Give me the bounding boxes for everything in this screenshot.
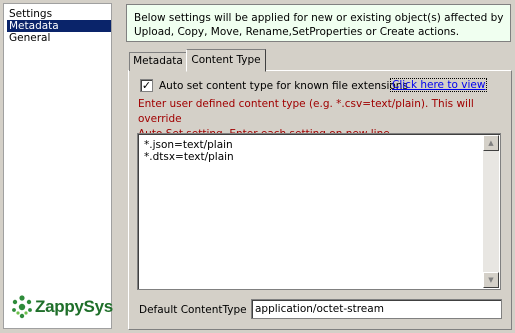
mapping-line: *.json=text/plain [144, 139, 233, 151]
zappysys-logo: ZappySys [10, 294, 113, 324]
scroll-up-arrow-icon[interactable]: ▲ [483, 135, 499, 151]
scroll-down-arrow-icon[interactable]: ▼ [483, 272, 499, 288]
zappysys-logo-icon [12, 295, 32, 319]
mapping-line: *.dtsx=text/plain [144, 151, 234, 163]
default-content-type-input[interactable]: application/octet-stream [251, 299, 502, 319]
settings-nav: Settings Metadata General ZappySys [3, 3, 113, 329]
view-known-types-link[interactable]: Click here to view [390, 78, 488, 92]
nav-item-metadata[interactable]: Metadata [7, 20, 111, 32]
nav-item-settings[interactable]: Settings [7, 8, 54, 20]
vertical-scrollbar[interactable]: ▲ ▼ [483, 135, 499, 288]
auto-set-checkbox[interactable]: ✓ [140, 79, 153, 92]
tab-metadata[interactable]: Metadata [129, 52, 187, 71]
info-line-1: Below settings will be applied for new o… [134, 12, 504, 24]
hint-line-1: Enter user defined content type (e.g. *.… [138, 98, 474, 125]
info-banner: Below settings will be applied for new o… [126, 4, 511, 42]
auto-set-label[interactable]: Auto set content type for known file ext… [159, 80, 408, 92]
info-line-2: Upload, Copy, Move, Rename,SetProperties… [134, 26, 460, 38]
content-type-mappings-textarea[interactable]: *.json=text/plain *.dtsx=text/plain ▲ ▼ [137, 133, 501, 290]
nav-item-general[interactable]: General [7, 32, 52, 44]
tab-content-type[interactable]: Content Type [186, 49, 266, 72]
logo-text: ZappySys [35, 297, 113, 316]
default-content-type-label: Default ContentType [139, 304, 247, 316]
